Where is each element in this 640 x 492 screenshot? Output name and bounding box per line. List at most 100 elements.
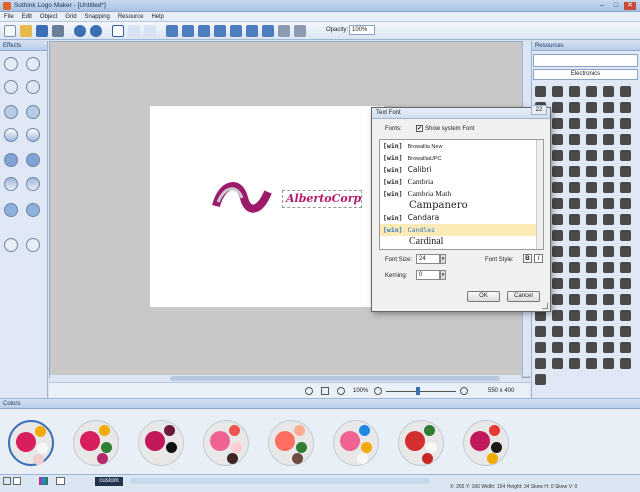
resource-clipart-icon[interactable]: [535, 326, 546, 337]
resource-clipart-icon[interactable]: [569, 310, 580, 321]
color-scheme-swatch[interactable]: [268, 420, 314, 466]
menu-snapping[interactable]: Snapping: [85, 12, 110, 22]
resource-clipart-icon[interactable]: [535, 342, 546, 353]
resource-clipart-icon[interactable]: [535, 374, 546, 385]
resource-clipart-icon[interactable]: [620, 150, 631, 161]
ok-button[interactable]: OK: [467, 291, 500, 302]
align-center-icon[interactable]: [182, 25, 194, 37]
undo-icon[interactable]: [74, 25, 86, 37]
effect-swatch[interactable]: [26, 203, 40, 217]
resource-clipart-icon[interactable]: [620, 358, 631, 369]
resource-clipart-icon[interactable]: [620, 262, 631, 273]
menu-help[interactable]: Help: [151, 12, 163, 22]
effect-swatch[interactable]: [4, 57, 18, 71]
resource-clipart-icon[interactable]: [586, 262, 597, 273]
align-bottom-icon[interactable]: [246, 25, 258, 37]
resource-clipart-icon[interactable]: [620, 166, 631, 177]
resource-clipart-icon[interactable]: [603, 262, 614, 273]
color-scheme-swatch[interactable]: [8, 420, 54, 466]
resource-clipart-icon[interactable]: [552, 166, 563, 177]
color-scheme-swatch[interactable]: [398, 420, 444, 466]
palette-icon[interactable]: [39, 477, 48, 485]
resource-clipart-icon[interactable]: [535, 358, 546, 369]
minimize-button[interactable]: –: [596, 2, 608, 10]
resource-clipart-icon[interactable]: [603, 150, 614, 161]
effect-swatch[interactable]: [4, 128, 18, 142]
resource-clipart-icon[interactable]: [586, 310, 597, 321]
resource-clipart-icon[interactable]: [603, 134, 614, 145]
resource-clipart-icon[interactable]: [586, 294, 597, 305]
color-scheme-swatch[interactable]: [463, 420, 509, 466]
resource-clipart-icon[interactable]: [620, 102, 631, 113]
resource-clipart-icon[interactable]: [586, 102, 597, 113]
resource-clipart-icon[interactable]: [569, 102, 580, 113]
resource-clipart-icon[interactable]: [569, 230, 580, 241]
effect-swatch[interactable]: [4, 203, 18, 217]
resource-clipart-icon[interactable]: [586, 214, 597, 225]
resource-clipart-icon[interactable]: [569, 246, 580, 257]
effect-swatch[interactable]: [26, 80, 40, 94]
resource-clipart-icon[interactable]: [552, 342, 563, 353]
resource-clipart-icon[interactable]: [603, 214, 614, 225]
eyedropper-icon[interactable]: [3, 477, 11, 485]
menu-object[interactable]: Object: [40, 12, 57, 22]
font-list-item[interactable]: Campanero: [380, 200, 543, 212]
font-size-spinner[interactable]: ▾: [440, 254, 446, 264]
logo-swoosh-graphic[interactable]: [212, 178, 292, 218]
resource-clipart-icon[interactable]: [552, 294, 563, 305]
font-list[interactable]: [win] Browallia New [win] BrowalliaUPC [win]…: [379, 139, 544, 250]
resource-category-select[interactable]: Electronics: [533, 69, 638, 80]
text-style-icon[interactable]: [144, 25, 156, 37]
resource-clipart-icon[interactable]: [620, 118, 631, 129]
resource-clipart-icon[interactable]: [586, 118, 597, 129]
resource-search-input[interactable]: [533, 54, 638, 67]
font-list-item[interactable]: [win] Cambria: [380, 176, 543, 188]
font-size-input[interactable]: 24: [416, 254, 440, 264]
resource-clipart-icon[interactable]: [569, 294, 580, 305]
resource-clipart-icon[interactable]: [586, 230, 597, 241]
font-list-item[interactable]: Cardinal: [380, 236, 543, 248]
color-scrollbar[interactable]: [130, 478, 430, 484]
zoom-in-icon[interactable]: [337, 387, 345, 395]
font-list-scrollbar[interactable]: [536, 140, 543, 249]
resource-clipart-icon[interactable]: [552, 278, 563, 289]
resource-clipart-icon[interactable]: [586, 134, 597, 145]
resource-clipart-icon[interactable]: [620, 182, 631, 193]
resource-clipart-icon[interactable]: [603, 118, 614, 129]
text-box-icon[interactable]: [112, 25, 124, 37]
align-right-icon[interactable]: [198, 25, 210, 37]
checkbox-box[interactable]: ✔: [416, 125, 423, 132]
resource-clipart-icon[interactable]: [586, 86, 597, 97]
resource-clipart-icon[interactable]: [603, 326, 614, 337]
resource-clipart-icon[interactable]: [569, 278, 580, 289]
font-list-item[interactable]: [win] Cambria Math: [380, 188, 543, 200]
effect-swatch[interactable]: [26, 57, 40, 71]
resource-clipart-icon[interactable]: [603, 342, 614, 353]
fit-icon[interactable]: [305, 387, 313, 395]
resource-clipart-icon[interactable]: [569, 166, 580, 177]
resource-clipart-icon[interactable]: [569, 86, 580, 97]
resource-clipart-icon[interactable]: [586, 278, 597, 289]
resource-clipart-icon[interactable]: [552, 118, 563, 129]
color-scheme-swatch[interactable]: [203, 420, 249, 466]
resource-clipart-icon[interactable]: [569, 358, 580, 369]
resource-clipart-icon[interactable]: [552, 150, 563, 161]
resource-clipart-icon[interactable]: [569, 150, 580, 161]
align-top-icon[interactable]: [214, 25, 226, 37]
bold-button[interactable]: B: [523, 254, 532, 263]
effect-swatch[interactable]: [4, 105, 18, 119]
resource-clipart-icon[interactable]: [620, 278, 631, 289]
resource-clipart-icon[interactable]: [552, 134, 563, 145]
resource-clipart-icon[interactable]: [586, 150, 597, 161]
menu-resource[interactable]: Resource: [118, 12, 144, 22]
zoom-slider-thumb[interactable]: [416, 387, 420, 395]
open-folder-icon[interactable]: [20, 25, 32, 37]
effect-swatch[interactable]: [4, 238, 18, 252]
zoom-slider[interactable]: [386, 391, 456, 392]
resource-clipart-icon[interactable]: [569, 214, 580, 225]
resource-clipart-icon[interactable]: [569, 198, 580, 209]
effect-swatch[interactable]: [26, 153, 40, 167]
print-icon[interactable]: [52, 25, 64, 37]
show-system-font-checkbox[interactable]: ✔ Show system Font: [416, 125, 474, 132]
resource-clipart-icon[interactable]: [586, 342, 597, 353]
